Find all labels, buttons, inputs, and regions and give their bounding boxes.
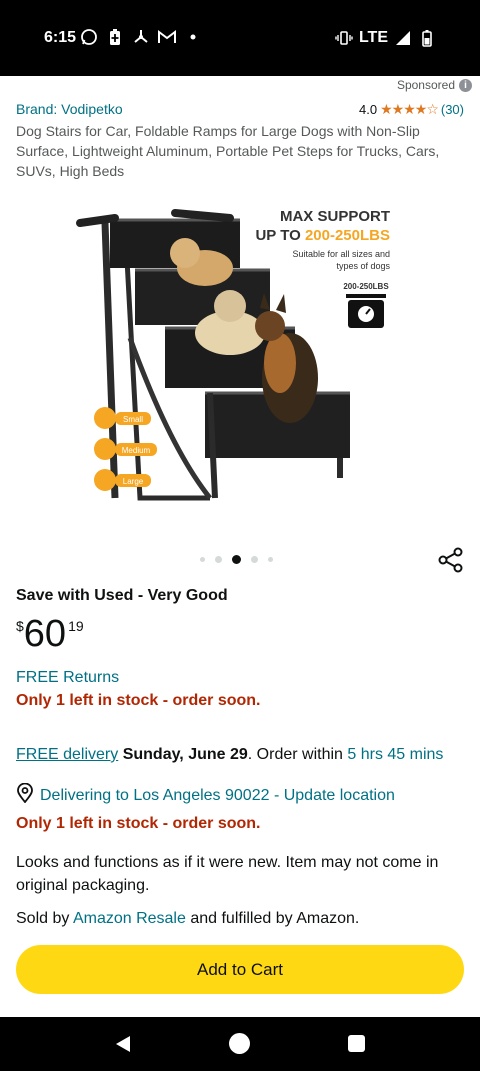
- signal-icon: [394, 29, 412, 47]
- image-headline-2: UP TO: [255, 227, 301, 244]
- gmail-icon: [158, 28, 176, 46]
- image-headline-highlight: 200-250LBS: [305, 227, 390, 244]
- brand-link[interactable]: Brand: Vodipetko: [16, 101, 123, 117]
- condition-note: Looks and functions as if it were new. I…: [16, 854, 439, 894]
- sold-by-prefix: Sold by: [16, 910, 73, 927]
- rating-count[interactable]: (30): [441, 102, 464, 117]
- recent-apps-icon[interactable]: [348, 1035, 365, 1052]
- image-subtext-2: types of dogs: [336, 261, 390, 271]
- status-time: 6:15: [44, 29, 77, 46]
- notification-icons: [80, 28, 202, 46]
- add-to-cart-button[interactable]: Add to Cart: [16, 945, 464, 994]
- price-whole: 60: [23, 613, 67, 655]
- carousel-dot[interactable]: [251, 556, 258, 563]
- size-badge-medium: Medium: [94, 438, 157, 460]
- battery-saver-icon: [106, 28, 124, 46]
- carousel-dot[interactable]: [200, 557, 205, 562]
- stock-warning: Only 1 left in stock - order soon.: [16, 692, 261, 709]
- product-image[interactable]: MAX SUPPORT UP TO 200-250LBS Suitable fo…: [70, 198, 410, 518]
- rating-value: 4.0: [359, 102, 378, 117]
- sponsored-text: Sponsored: [396, 78, 455, 92]
- fan-icon: [132, 28, 150, 46]
- image-subtext-1: Suitable for all sizes and: [292, 249, 390, 259]
- delivery-location[interactable]: Delivering to Los Angeles 90022 - Update…: [16, 782, 395, 808]
- carousel-dot[interactable]: [268, 557, 273, 562]
- back-icon[interactable]: [113, 1034, 133, 1054]
- star-rating-icon: ★★★★☆: [380, 101, 439, 117]
- scale-icon: [346, 294, 386, 328]
- notification-dot-icon: [184, 28, 202, 46]
- home-icon[interactable]: [229, 1033, 250, 1054]
- delivery-date: Sunday, June 29: [122, 746, 248, 763]
- svg-text:UP TO 200-250LBS: UP TO 200-250LBS: [255, 227, 390, 244]
- stock-warning-2: Only 1 left in stock - order soon.: [16, 815, 261, 832]
- seller-link[interactable]: Amazon Resale: [73, 910, 186, 927]
- delivery-info: FREE delivery Sunday, June 29. Order wit…: [16, 746, 443, 764]
- vibrate-icon: [335, 29, 353, 47]
- size-large-label: Large: [123, 477, 144, 486]
- image-carousel-dots[interactable]: [200, 555, 273, 564]
- size-medium-label: Medium: [122, 446, 151, 455]
- system-icons: LTE: [335, 29, 436, 47]
- delivery-mid-text: . Order within: [247, 746, 348, 763]
- sponsored-label[interactable]: Sponsored i: [397, 78, 472, 92]
- battery-icon: [418, 29, 436, 47]
- size-badge-small: Small: [94, 407, 151, 429]
- free-returns-link[interactable]: FREE Returns: [16, 669, 119, 687]
- sold-by-suffix: and fulfilled by Amazon.: [185, 910, 360, 927]
- network-type: LTE: [358, 29, 388, 46]
- price-currency: $: [16, 618, 24, 634]
- location-text[interactable]: Delivering to Los Angeles 90022 - Update…: [40, 787, 395, 805]
- size-small-label: Small: [123, 415, 143, 424]
- price-fraction: 19: [68, 618, 84, 634]
- location-pin-icon: [16, 782, 34, 808]
- rating-summary[interactable]: 4.0 ★★★★☆ (30): [359, 101, 464, 118]
- status-bar: 6:15 LTE: [0, 0, 480, 76]
- delivery-countdown: 5 hrs 45 mins: [347, 746, 444, 763]
- price: $ 60 19: [16, 612, 84, 656]
- size-badge-large: Large: [94, 469, 151, 491]
- image-headline-1: MAX SUPPORT: [280, 208, 390, 225]
- carousel-dot-active[interactable]: [232, 555, 241, 564]
- sold-by: Sold by Amazon Resale and fulfilled by A…: [16, 910, 359, 928]
- carousel-dot[interactable]: [215, 556, 222, 563]
- info-icon[interactable]: i: [459, 78, 472, 92]
- share-icon[interactable]: [438, 547, 464, 573]
- whatsapp-icon: [80, 28, 98, 46]
- offer-title: Save with Used - Very Good: [16, 587, 228, 604]
- free-delivery-link[interactable]: FREE delivery: [16, 746, 118, 763]
- scale-label: 200-250LBS: [343, 282, 389, 291]
- product-title[interactable]: Dog Stairs for Car, Foldable Ramps for L…: [16, 121, 456, 181]
